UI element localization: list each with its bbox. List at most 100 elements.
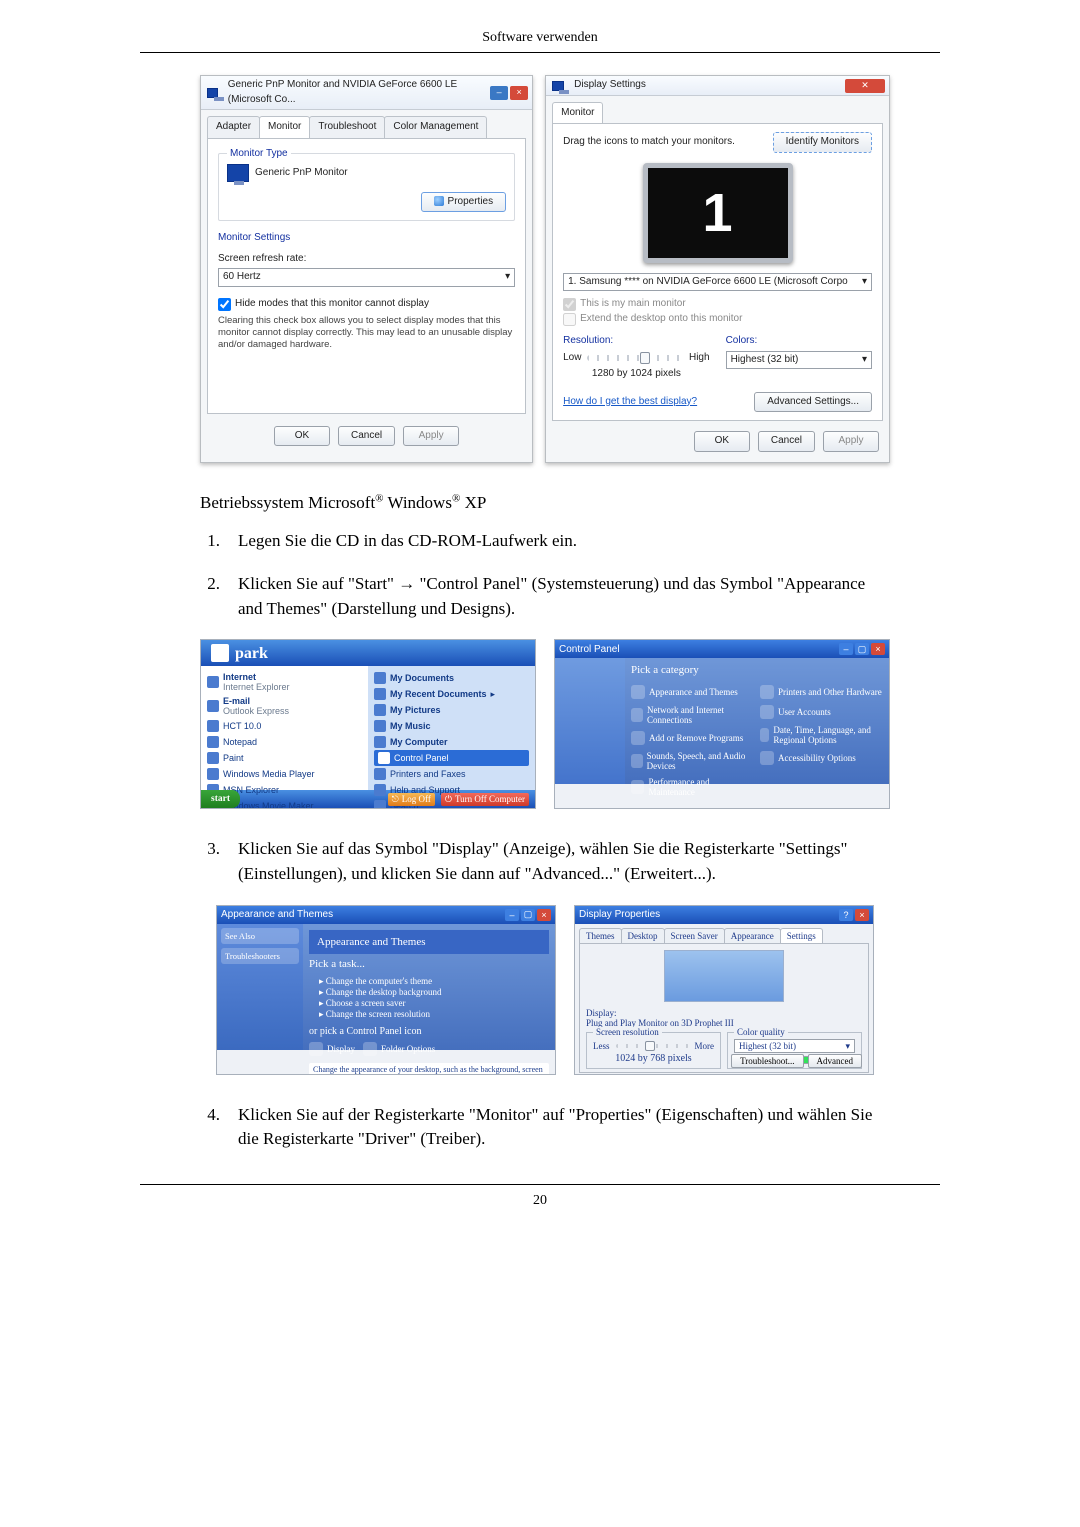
- ok-button[interactable]: OK: [274, 426, 330, 447]
- tab-monitor[interactable]: Monitor: [552, 102, 603, 124]
- minimize-button[interactable]: –: [490, 86, 508, 100]
- monitor-select[interactable]: 1. Samsung **** on NVIDIA GeForce 6600 L…: [563, 273, 872, 292]
- screenshot-appearance-themes: Appearance and Themes – ▢ × See Also Tro…: [216, 905, 556, 1075]
- folder-icon: [374, 720, 386, 732]
- apply-button[interactable]: Apply: [403, 426, 459, 447]
- start-item-mycomputer[interactable]: My Computer: [374, 734, 529, 750]
- monitor-preview[interactable]: 1: [643, 163, 793, 263]
- close-button[interactable]: ×: [510, 86, 528, 100]
- cp-icon-display[interactable]: Display: [309, 1039, 355, 1059]
- start-item-mydocs[interactable]: My Documents: [374, 670, 529, 686]
- mail-icon: [207, 700, 219, 712]
- close-button[interactable]: ×: [871, 643, 885, 655]
- cat-dtlr[interactable]: Date, Time, Language, and Regional Optio…: [760, 722, 883, 748]
- cat-sounds[interactable]: Sounds, Speech, and Audio Devices: [631, 748, 754, 774]
- shutdown-button[interactable]: ⏻Turn Off Computer: [441, 793, 529, 806]
- tab-appearance[interactable]: Appearance: [724, 928, 781, 943]
- task-change-theme[interactable]: ▸ Change the computer's theme: [309, 976, 549, 987]
- pick-task-heading: Pick a task...: [309, 958, 549, 970]
- chevron-down-icon: ▾: [862, 275, 867, 290]
- start-item-email[interactable]: E-mailOutlook Express: [207, 694, 362, 718]
- tab-troubleshoot[interactable]: Troubleshoot: [309, 116, 385, 138]
- start-item-hct[interactable]: HCT 10.0: [207, 718, 362, 734]
- cat-perf[interactable]: Performance and Maintenance: [631, 774, 754, 800]
- colors-select[interactable]: Highest (32 bit) ▾: [726, 351, 872, 370]
- apply-button[interactable]: Apply: [823, 431, 879, 452]
- cat-accounts[interactable]: User Accounts: [760, 702, 883, 722]
- close-button[interactable]: ×: [537, 909, 551, 921]
- refresh-rate-select[interactable]: 60 Hertz ▾: [218, 268, 515, 287]
- minimize-button[interactable]: –: [839, 643, 853, 655]
- tab-color-management[interactable]: Color Management: [384, 116, 487, 138]
- identify-monitors-button[interactable]: Identify Monitors: [773, 132, 872, 153]
- resolution-slider[interactable]: [616, 1044, 689, 1048]
- ok-button[interactable]: OK: [694, 431, 750, 452]
- tabs-row: Adapter Monitor Troubleshoot Color Manag…: [201, 110, 532, 138]
- logoff-button[interactable]: ⎋Log Off: [388, 793, 435, 806]
- start-item-mymusic[interactable]: My Music: [374, 718, 529, 734]
- start-item-control-panel[interactable]: Control Panel: [374, 750, 529, 766]
- slider-less-label: Less: [593, 1041, 610, 1051]
- maximize-button[interactable]: ▢: [521, 909, 535, 921]
- dialog-display-settings: Display Settings ✕ Monitor Drag the icon…: [545, 75, 890, 463]
- help-button[interactable]: ?: [839, 909, 853, 921]
- screenshot-control-panel: Control Panel – ▢ × Pick a category Appe…: [554, 639, 890, 809]
- cancel-button[interactable]: Cancel: [338, 426, 395, 447]
- maximize-button[interactable]: ▢: [855, 643, 869, 655]
- os-heading: Betriebssystem Microsoft® Windows® XP: [200, 491, 890, 516]
- task-change-resolution[interactable]: ▸ Change the screen resolution: [309, 1009, 549, 1020]
- display-icon: [309, 1042, 323, 1056]
- monitor-icon: [207, 88, 218, 98]
- colors-label: Colors:: [726, 334, 872, 349]
- tab-screensaver[interactable]: Screen Saver: [664, 928, 725, 943]
- start-item-internet[interactable]: InternetInternet Explorer: [207, 670, 362, 694]
- wmp-icon: [207, 768, 219, 780]
- troubleshoot-button[interactable]: Troubleshoot...: [731, 1054, 803, 1068]
- task-change-background[interactable]: ▸ Change the desktop background: [309, 987, 549, 998]
- hide-modes-checkbox[interactable]: [218, 298, 231, 311]
- start-item-notepad[interactable]: Notepad: [207, 734, 362, 750]
- sounds-icon: [631, 754, 643, 768]
- task-screen-saver[interactable]: ▸ Choose a screen saver: [309, 998, 549, 1009]
- titlebar: Generic PnP Monitor and NVIDIA GeForce 6…: [201, 76, 532, 110]
- close-button[interactable]: ×: [855, 909, 869, 921]
- color-quality-legend: Color quality: [734, 1027, 788, 1037]
- start-item-wmp[interactable]: Windows Media Player: [207, 766, 362, 782]
- color-select[interactable]: Highest (32 bit)▾: [734, 1039, 855, 1053]
- start-button[interactable]: start: [201, 790, 240, 808]
- cancel-button[interactable]: Cancel: [758, 431, 815, 452]
- globe-icon: [760, 728, 769, 742]
- start-item-paint[interactable]: Paint: [207, 750, 362, 766]
- resolution-slider[interactable]: [587, 355, 683, 361]
- advanced-settings-button[interactable]: Advanced Settings...: [754, 392, 872, 413]
- tab-themes[interactable]: Themes: [579, 928, 622, 943]
- step-number: 2.: [200, 572, 220, 621]
- start-item-printers[interactable]: Printers and Faxes: [374, 766, 529, 782]
- appearance-banner: Appearance and Themes: [309, 930, 549, 954]
- cat-appearance[interactable]: Appearance and Themes: [631, 682, 754, 702]
- tab-settings[interactable]: Settings: [780, 928, 823, 943]
- properties-button[interactable]: Properties: [421, 192, 507, 213]
- cat-network[interactable]: Network and Internet Connections: [631, 702, 754, 728]
- cat-printers[interactable]: Printers and Other Hardware: [760, 682, 883, 702]
- accessibility-icon: [760, 751, 774, 765]
- cp-icon-folder-options[interactable]: Folder Options: [363, 1039, 435, 1059]
- start-item-recentdocs[interactable]: My Recent Documents ▸: [374, 686, 529, 702]
- close-button[interactable]: ✕: [845, 79, 885, 93]
- start-item-mypics[interactable]: My Pictures: [374, 702, 529, 718]
- cat-accessibility[interactable]: Accessibility Options: [760, 748, 883, 768]
- extend-desktop-checkbox: [563, 313, 576, 326]
- chevron-down-icon: ▾: [862, 353, 867, 368]
- cat-addremove[interactable]: Add or Remove Programs: [631, 728, 754, 748]
- tab-adapter[interactable]: Adapter: [207, 116, 260, 138]
- advanced-button[interactable]: Advanced: [808, 1054, 862, 1068]
- screen-res-legend: Screen resolution: [593, 1027, 662, 1037]
- tab-desktop[interactable]: Desktop: [621, 928, 665, 943]
- logoff-icon: ⎋: [392, 794, 399, 805]
- see-also-box: See Also: [221, 928, 299, 944]
- appearance-sidebar: See Also Troubleshooters: [217, 924, 303, 1050]
- best-display-link[interactable]: How do I get the best display?: [563, 395, 697, 410]
- tab-monitor[interactable]: Monitor: [259, 116, 310, 138]
- minimize-button[interactable]: –: [505, 909, 519, 921]
- app-icon: [207, 720, 219, 732]
